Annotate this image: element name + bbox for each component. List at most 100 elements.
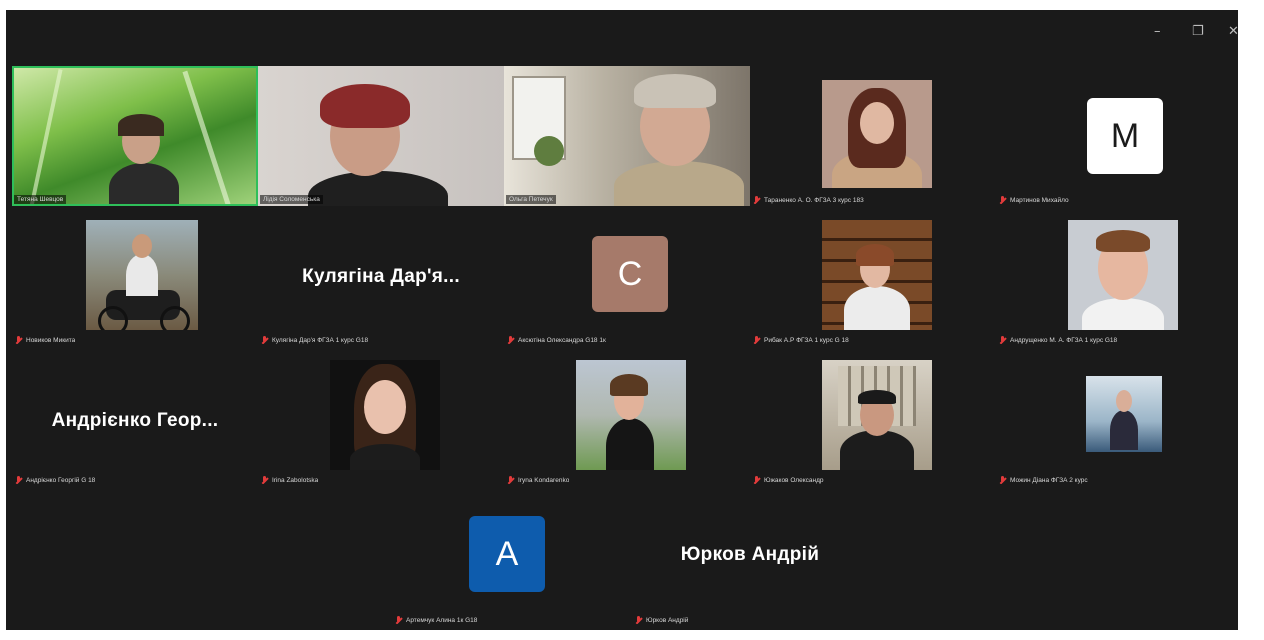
- person-head: [860, 102, 894, 144]
- participant-name: Кулягіна Дар'я ФГЗА 1 курс G18: [272, 336, 369, 344]
- participant-name-label: Андрущенко М. А. ФГЗА 1 курс G18: [999, 336, 1117, 344]
- participant-name-label: Рибак А.Р ФГЗА 1 курс G 18: [753, 336, 849, 344]
- participant-tile-novikov[interactable]: Новиков Микита: [12, 206, 258, 346]
- participant-tile-zabolotska[interactable]: Irina Zabolotska: [258, 346, 504, 486]
- participant-name-label: Юрков Андрій: [635, 616, 688, 624]
- avatar-letter: A: [495, 534, 519, 573]
- participant-tile-tetiana[interactable]: Тетяна Шевцов: [12, 66, 258, 206]
- mic-muted-icon: [753, 196, 760, 204]
- participant-video: [12, 66, 258, 206]
- person-body: [614, 161, 744, 206]
- person-body: [350, 444, 420, 470]
- participant-name: Андрієнко Георгій G 18: [26, 476, 96, 484]
- participant-tile-aksiutina[interactable]: C Аксютіна Олександра G18 1к: [504, 206, 750, 346]
- grass-blade: [182, 70, 231, 204]
- participant-tile-andriienko[interactable]: Андрієнко Геор... Андрієнко Георгій G 18: [12, 346, 258, 486]
- plant: [534, 136, 564, 166]
- participant-display-name: Андрієнко Геор...: [51, 410, 219, 431]
- person-body: [840, 430, 914, 470]
- participant-name-label: Iryna Kondarenko: [507, 476, 569, 484]
- person-body: [1110, 410, 1138, 450]
- person-hair: [634, 74, 716, 108]
- participant-tile-mozhyn[interactable]: Можин Діана ФГЗА 2 курс: [996, 346, 1238, 486]
- participant-tile-martynov[interactable]: M Мартинов Михайло: [996, 66, 1238, 206]
- participant-name: Южаков Олександр: [764, 476, 824, 484]
- participant-name-label: Андрієнко Георгій G 18: [15, 476, 95, 484]
- person-hair: [610, 374, 648, 396]
- mic-muted-icon: [753, 336, 760, 344]
- avatar-letter: M: [1110, 116, 1140, 155]
- wheel: [160, 306, 190, 330]
- person-hair: [320, 84, 410, 128]
- participant-display-name: Кулягіна Дар'я...: [302, 266, 460, 287]
- video-conference-window: – ❐ ✕ Тетяна Шевцов Лідія Соломенська Ол…: [6, 10, 1238, 630]
- mic-muted-icon: [261, 336, 268, 344]
- mic-muted-icon: [999, 476, 1006, 484]
- avatar: M: [1087, 98, 1163, 174]
- person-head: [132, 234, 152, 258]
- mic-muted-icon: [635, 616, 642, 624]
- participant-photo: [822, 360, 932, 470]
- participant-video: [258, 66, 504, 206]
- person-hair: [856, 244, 894, 266]
- grass-blade: [29, 69, 63, 204]
- participant-name: Юрков Андрій: [646, 616, 689, 624]
- mic-muted-icon: [15, 336, 22, 344]
- participant-tile-andrushchenko[interactable]: Андрущенко М. А. ФГЗА 1 курс G18: [996, 206, 1238, 346]
- participant-name-label: Мартинов Михайло: [999, 196, 1069, 204]
- mic-muted-icon: [395, 616, 402, 624]
- participant-tile-artemchuk[interactable]: A Артемчук Алина 1к G18: [381, 486, 627, 626]
- mic-muted-icon: [507, 336, 514, 344]
- participant-name: Можин Діана ФГЗА 2 курс: [1010, 476, 1088, 484]
- participant-name-label: Ольга Петечук: [506, 195, 556, 204]
- participant-video: [504, 66, 750, 206]
- participant-name: Лідія Соломенська: [263, 196, 320, 203]
- participant-name: Рибак А.Р ФГЗА 1 курс G 18: [764, 336, 849, 344]
- participant-name: Тетяна Шевцов: [17, 196, 64, 203]
- participant-name: Новиков Микита: [26, 336, 76, 344]
- mic-muted-icon: [261, 476, 268, 484]
- person-hair: [118, 114, 164, 136]
- participant-tile-yuzhakov[interactable]: Южаков Олександр: [750, 346, 996, 486]
- close-icon[interactable]: ✕: [1228, 24, 1238, 39]
- person-head: [1116, 390, 1132, 412]
- person-body: [126, 254, 158, 296]
- participant-tile-taranenko[interactable]: Тараненко А. О. ФГЗА 3 курс 183: [750, 66, 996, 206]
- avatar-letter: C: [617, 254, 643, 293]
- participant-name-label: Можин Діана ФГЗА 2 курс: [999, 476, 1088, 484]
- participant-photo: [1086, 376, 1162, 452]
- participant-name-label: Артемчук Алина 1к G18: [395, 616, 477, 624]
- person-cap: [858, 390, 896, 404]
- participant-name-label: Тетяна Шевцов: [14, 195, 67, 204]
- participant-photo: [576, 360, 686, 470]
- participant-tile-rybak[interactable]: Рибак А.Р ФГЗА 1 курс G 18: [750, 206, 996, 346]
- participant-name-label: Южаков Олександр: [753, 476, 824, 484]
- participant-tile-yurkov[interactable]: Юрков Андрій Юрков Андрій: [627, 486, 873, 626]
- person-body: [606, 418, 654, 470]
- participant-name: Артемчук Алина 1к G18: [406, 616, 478, 624]
- participant-name-label: Кулягіна Дар'я ФГЗА 1 курс G18: [261, 336, 368, 344]
- participant-photo: [86, 220, 198, 330]
- participant-name: Аксютіна Олександра G18 1к: [518, 336, 606, 344]
- participant-name-label: Аксютіна Олександра G18 1к: [507, 336, 606, 344]
- person-body: [308, 171, 448, 206]
- participant-tile-kondarenko[interactable]: Iryna Kondarenko: [504, 346, 750, 486]
- participant-photo: [822, 220, 932, 330]
- participant-name-label: Тараненко А. О. ФГЗА 3 курс 183: [753, 196, 864, 204]
- mic-muted-icon: [999, 336, 1006, 344]
- wheel: [98, 306, 128, 330]
- participant-name-label: Irina Zabolotska: [261, 476, 318, 484]
- participant-name-label: Новиков Микита: [15, 336, 75, 344]
- restore-icon[interactable]: ❐: [1192, 24, 1204, 39]
- avatar: C: [592, 236, 668, 312]
- minimize-icon[interactable]: –: [1154, 24, 1161, 39]
- participant-name: Irina Zabolotska: [272, 476, 319, 484]
- participant-tile-lidiia[interactable]: Лідія Соломенська: [258, 66, 504, 206]
- mic-muted-icon: [999, 196, 1006, 204]
- mic-muted-icon: [753, 476, 760, 484]
- mic-muted-icon: [15, 476, 22, 484]
- participant-name: Мартинов Михайло: [1010, 196, 1069, 204]
- participant-name: Андрущенко М. А. ФГЗА 1 курс G18: [1010, 336, 1118, 344]
- participant-tile-kuliagina[interactable]: Кулягіна Дар'я... Кулягіна Дар'я ФГЗА 1 …: [258, 206, 504, 346]
- participant-tile-olha[interactable]: Ольга Петечук: [504, 66, 750, 206]
